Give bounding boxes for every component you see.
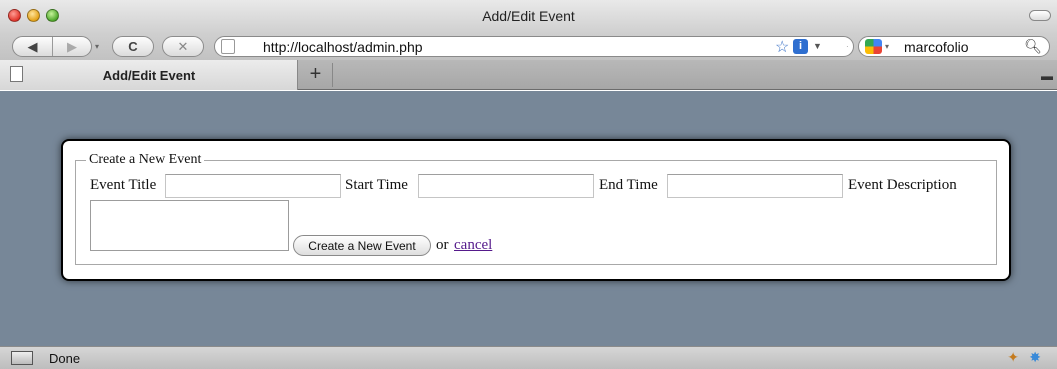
page-content: Create a New Event Event Title Start Tim…	[0, 91, 1057, 346]
window-titlebar: Add/Edit Event	[0, 0, 1057, 34]
tab-add-edit-event[interactable]: Add/Edit Event	[0, 60, 298, 90]
separator-dot-icon: ·	[846, 42, 849, 51]
search-icon[interactable]: 🔍︎	[1024, 38, 1042, 55]
back-arrow-icon: ◀	[27, 38, 38, 54]
search-bar[interactable]: ▾ marcofolio 🔍︎	[858, 36, 1050, 57]
event-description-label: Event Description	[848, 177, 957, 193]
reload-button[interactable]: C	[112, 36, 154, 57]
window-title: Add/Edit Event	[482, 8, 575, 24]
toolbar-toggle-button[interactable]	[1029, 10, 1051, 21]
tab-strip: Add/Edit Event + ▬	[0, 60, 1057, 90]
create-event-button[interactable]: Create a New Event	[293, 235, 431, 256]
fieldset-legend: Create a New Event	[89, 152, 202, 167]
back-button[interactable]: ◀	[13, 37, 52, 56]
forward-arrow-icon: ▶	[67, 38, 77, 54]
plus-icon: +	[309, 63, 322, 85]
bookmark-star-icon[interactable]: ☆	[775, 37, 789, 57]
address-bar[interactable]: http://localhost/admin.php ☆ i ▼	[214, 36, 854, 57]
new-tab-button[interactable]: +	[299, 63, 333, 87]
forward-button[interactable]: ▶	[52, 37, 91, 56]
search-input[interactable]: marcofolio	[904, 39, 969, 55]
event-title-label: Event Title	[90, 177, 157, 193]
search-engine-dropdown-icon[interactable]: ▾	[885, 42, 889, 51]
cancel-link[interactable]: cancel	[454, 237, 492, 254]
end-time-label: End Time	[599, 177, 658, 193]
address-url[interactable]: http://localhost/admin.php	[263, 39, 423, 55]
google-search-engine-icon[interactable]	[865, 39, 882, 54]
navigation-toolbar: ◀ ▶ ▾ C ✕ http://localhost/admin.php ☆ i…	[0, 34, 1057, 60]
status-text: Done	[49, 351, 81, 366]
site-info-icon[interactable]: i	[793, 39, 808, 54]
end-time-input[interactable]	[667, 174, 843, 198]
start-time-input[interactable]	[418, 174, 594, 198]
tab-label: Add/Edit Event	[102, 68, 196, 83]
event-description-textarea[interactable]	[90, 200, 289, 251]
url-dropdown-icon[interactable]: ▼	[813, 41, 822, 51]
event-title-input[interactable]	[165, 174, 341, 198]
start-time-label: Start Time	[345, 177, 408, 193]
reload-icon: C	[128, 39, 138, 54]
event-fieldset: Create a New Event Event Title Start Tim…	[75, 152, 997, 265]
status-bar: Done ✦ ✸	[0, 346, 1057, 369]
or-text: or	[436, 237, 449, 253]
stop-button[interactable]: ✕	[162, 36, 204, 57]
page-icon	[221, 39, 235, 54]
status-icon	[11, 351, 33, 365]
back-forward-group: ◀ ▶	[12, 36, 92, 57]
addon-icon[interactable]: ✦	[1007, 349, 1019, 366]
event-form-card: Create a New Event Event Title Start Tim…	[61, 139, 1011, 281]
tab-list-menu-icon[interactable]: ▬	[1041, 69, 1053, 83]
stop-icon: ✕	[177, 38, 189, 54]
extension-icon[interactable]: ✸	[1029, 349, 1041, 366]
history-dropdown-icon[interactable]: ▾	[95, 42, 99, 51]
